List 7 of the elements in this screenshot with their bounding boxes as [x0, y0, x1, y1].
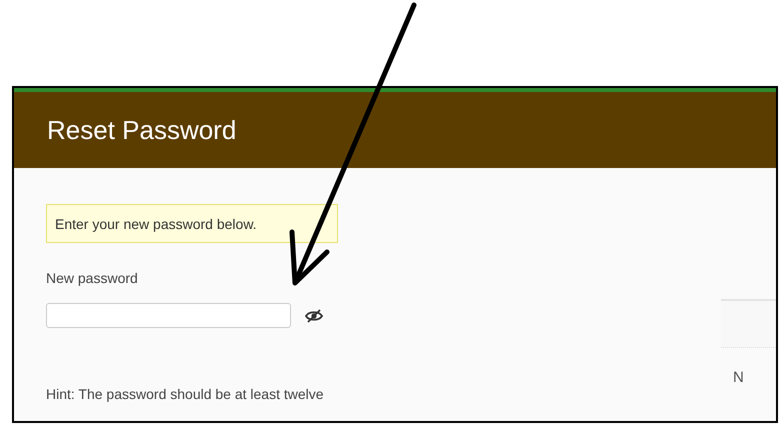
eye-slash-icon[interactable]: [305, 308, 323, 322]
notice-message: Enter your new password below.: [46, 204, 338, 243]
hint-text: Hint: The password should be at least twelve: [46, 386, 325, 402]
field-label: New password: [46, 270, 139, 286]
password-input[interactable]: [46, 303, 291, 328]
side-label: N: [733, 369, 745, 386]
page-title: Reset Password: [47, 114, 236, 146]
